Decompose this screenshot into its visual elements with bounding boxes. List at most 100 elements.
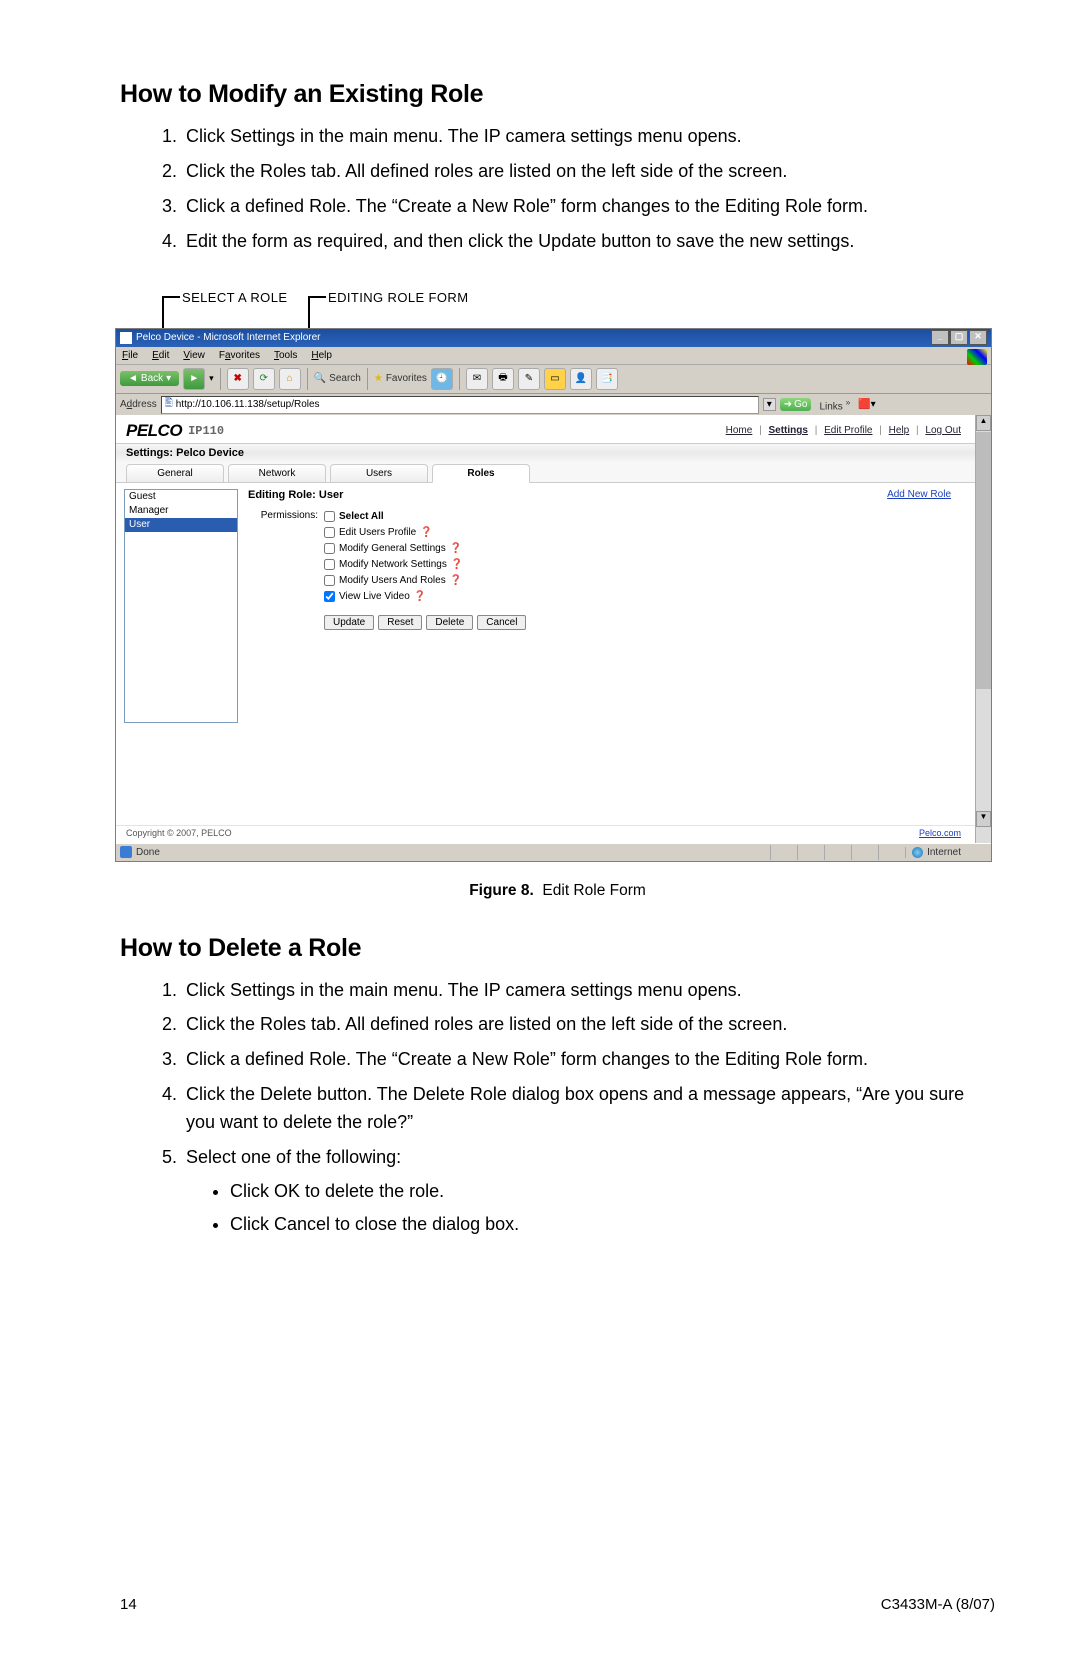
go-button[interactable]: ➜ Go: [780, 398, 812, 411]
tabs: General Network Users Roles: [116, 462, 975, 483]
role-item-user[interactable]: User: [125, 518, 237, 532]
permissions-label: Permissions:: [248, 509, 318, 521]
add-new-role-link[interactable]: Add New Role: [887, 489, 951, 509]
nav-logout[interactable]: Log Out: [925, 425, 961, 436]
status-bar: Done Internet: [116, 843, 991, 861]
modify-role-steps: Click Settings in the main menu. The IP …: [120, 123, 995, 256]
edit-button[interactable]: ✎: [518, 368, 540, 390]
search-button[interactable]: 🔍 Search: [314, 373, 361, 384]
favorites-label: Favorites: [386, 373, 427, 384]
refresh-button[interactable]: ⟳: [253, 368, 275, 390]
vertical-scrollbar[interactable]: ▲ ▼: [975, 415, 991, 844]
back-button[interactable]: ◄ Back ▾: [120, 371, 179, 386]
address-bar: Address 🖺 http://10.106.11.138/setup/Rol…: [116, 394, 991, 417]
step: Click Settings in the main menu. The IP …: [182, 123, 995, 151]
document-code: C3433M-A (8/07): [881, 1596, 995, 1613]
nav-edit-profile[interactable]: Edit Profile: [824, 425, 872, 436]
url-text: http://10.106.11.138/setup/Roles: [176, 399, 320, 410]
scroll-thumb[interactable]: [976, 432, 991, 689]
go-arrow-icon: ➜: [784, 399, 792, 410]
chevron-down-icon[interactable]: ▾: [763, 398, 776, 411]
tab-users[interactable]: Users: [330, 464, 428, 482]
nav-settings[interactable]: Settings: [769, 425, 808, 436]
checkbox[interactable]: [324, 511, 335, 522]
maximize-button[interactable]: ▢: [950, 330, 968, 345]
menu-edit[interactable]: Edit: [152, 350, 169, 361]
checkbox[interactable]: [324, 543, 335, 554]
menu-bar: File Edit View Favorites Tools Help: [116, 347, 991, 365]
home-button[interactable]: ⌂: [279, 368, 301, 390]
menu-help[interactable]: Help: [311, 350, 332, 361]
star-icon: ★: [374, 373, 383, 384]
update-button[interactable]: Update: [324, 615, 374, 630]
checkbox[interactable]: [324, 575, 335, 586]
tab-network[interactable]: Network: [228, 464, 326, 482]
perm-modify-network[interactable]: Modify Network Settings ❓: [324, 557, 463, 573]
mail-button[interactable]: ✉: [466, 368, 488, 390]
help-icon[interactable]: ❓: [420, 527, 432, 538]
minimize-button[interactable]: _: [931, 330, 949, 345]
perm-select-all[interactable]: Select All: [324, 509, 463, 525]
substep: Click OK to delete the role.: [230, 1178, 995, 1206]
discuss-button[interactable]: ▭: [544, 368, 566, 390]
toolbar-separator: [307, 368, 308, 390]
scroll-down-icon[interactable]: ▼: [976, 811, 991, 827]
address-label: Address: [120, 399, 157, 410]
page-icon: 🖺: [165, 396, 173, 413]
history-button[interactable]: 🕘: [431, 368, 453, 390]
heading-delete-role: How to Delete a Role: [120, 934, 995, 963]
pelco-link[interactable]: Pelco.com: [919, 828, 961, 838]
nav-home[interactable]: Home: [726, 425, 753, 436]
substep: Click Cancel to close the dialog box.: [230, 1211, 995, 1239]
perm-modify-general[interactable]: Modify General Settings ❓: [324, 541, 463, 557]
done-icon: [120, 846, 132, 858]
search-icon: 🔍: [314, 373, 326, 384]
perm-label: View Live Video: [339, 591, 410, 602]
cancel-button[interactable]: Cancel: [477, 615, 526, 630]
help-icon[interactable]: ❓: [451, 559, 463, 570]
go-label: Go: [794, 399, 807, 410]
forward-button[interactable]: ►: [183, 368, 205, 390]
toolbar: ◄ Back ▾ ► ▾ ✖ ⟳ ⌂ 🔍 Search ★ Favorites …: [116, 365, 991, 394]
close-button[interactable]: ✕: [969, 330, 987, 345]
links-menu[interactable]: Links »: [819, 397, 850, 412]
reset-button[interactable]: Reset: [378, 615, 422, 630]
snagit-icon[interactable]: 🟥▾: [858, 399, 875, 410]
menu-view[interactable]: View: [183, 350, 205, 361]
help-icon[interactable]: ❓: [450, 543, 462, 554]
print-button[interactable]: 🖶: [492, 368, 514, 390]
chevron-down-icon: ▾: [166, 373, 171, 384]
role-item-guest[interactable]: Guest: [125, 490, 237, 504]
app-content: PELCO IP110 Home | Settings | Edit Profi…: [116, 415, 975, 844]
role-list[interactable]: Guest Manager User: [124, 489, 238, 723]
window-titlebar: Pelco Device - Microsoft Internet Explor…: [116, 329, 991, 347]
research-button[interactable]: 📑: [596, 368, 618, 390]
checkbox[interactable]: [324, 527, 335, 538]
scroll-up-icon[interactable]: ▲: [976, 415, 991, 431]
perm-view-live-video[interactable]: View Live Video ❓: [324, 589, 463, 605]
messenger-button[interactable]: 👤: [570, 368, 592, 390]
model-label: IP110: [188, 424, 224, 438]
delete-button[interactable]: Delete: [426, 615, 473, 630]
toolbar-separator: [459, 368, 460, 390]
help-icon[interactable]: ❓: [450, 575, 462, 586]
perm-modify-users-roles[interactable]: Modify Users And Roles ❓: [324, 573, 463, 589]
tab-roles[interactable]: Roles: [432, 464, 530, 483]
address-input[interactable]: 🖺 http://10.106.11.138/setup/Roles: [161, 396, 759, 414]
checkbox[interactable]: [324, 559, 335, 570]
role-item-manager[interactable]: Manager: [125, 504, 237, 518]
menu-favorites[interactable]: Favorites: [219, 350, 260, 361]
back-arrow-icon: ◄: [128, 373, 138, 384]
menu-file[interactable]: File: [122, 350, 138, 361]
nav-help[interactable]: Help: [889, 425, 910, 436]
favorites-button[interactable]: ★ Favorites: [374, 373, 427, 384]
stop-button[interactable]: ✖: [227, 368, 249, 390]
help-icon[interactable]: ❓: [414, 591, 426, 602]
settings-breadcrumb: Settings: Pelco Device: [116, 443, 975, 462]
checkbox[interactable]: [324, 591, 335, 602]
figure-label: Figure 8.: [469, 882, 534, 899]
menu-tools[interactable]: Tools: [274, 350, 297, 361]
tab-general[interactable]: General: [126, 464, 224, 482]
perm-edit-users-profile[interactable]: Edit Users Profile ❓: [324, 525, 463, 541]
page-number: 14: [120, 1596, 137, 1613]
